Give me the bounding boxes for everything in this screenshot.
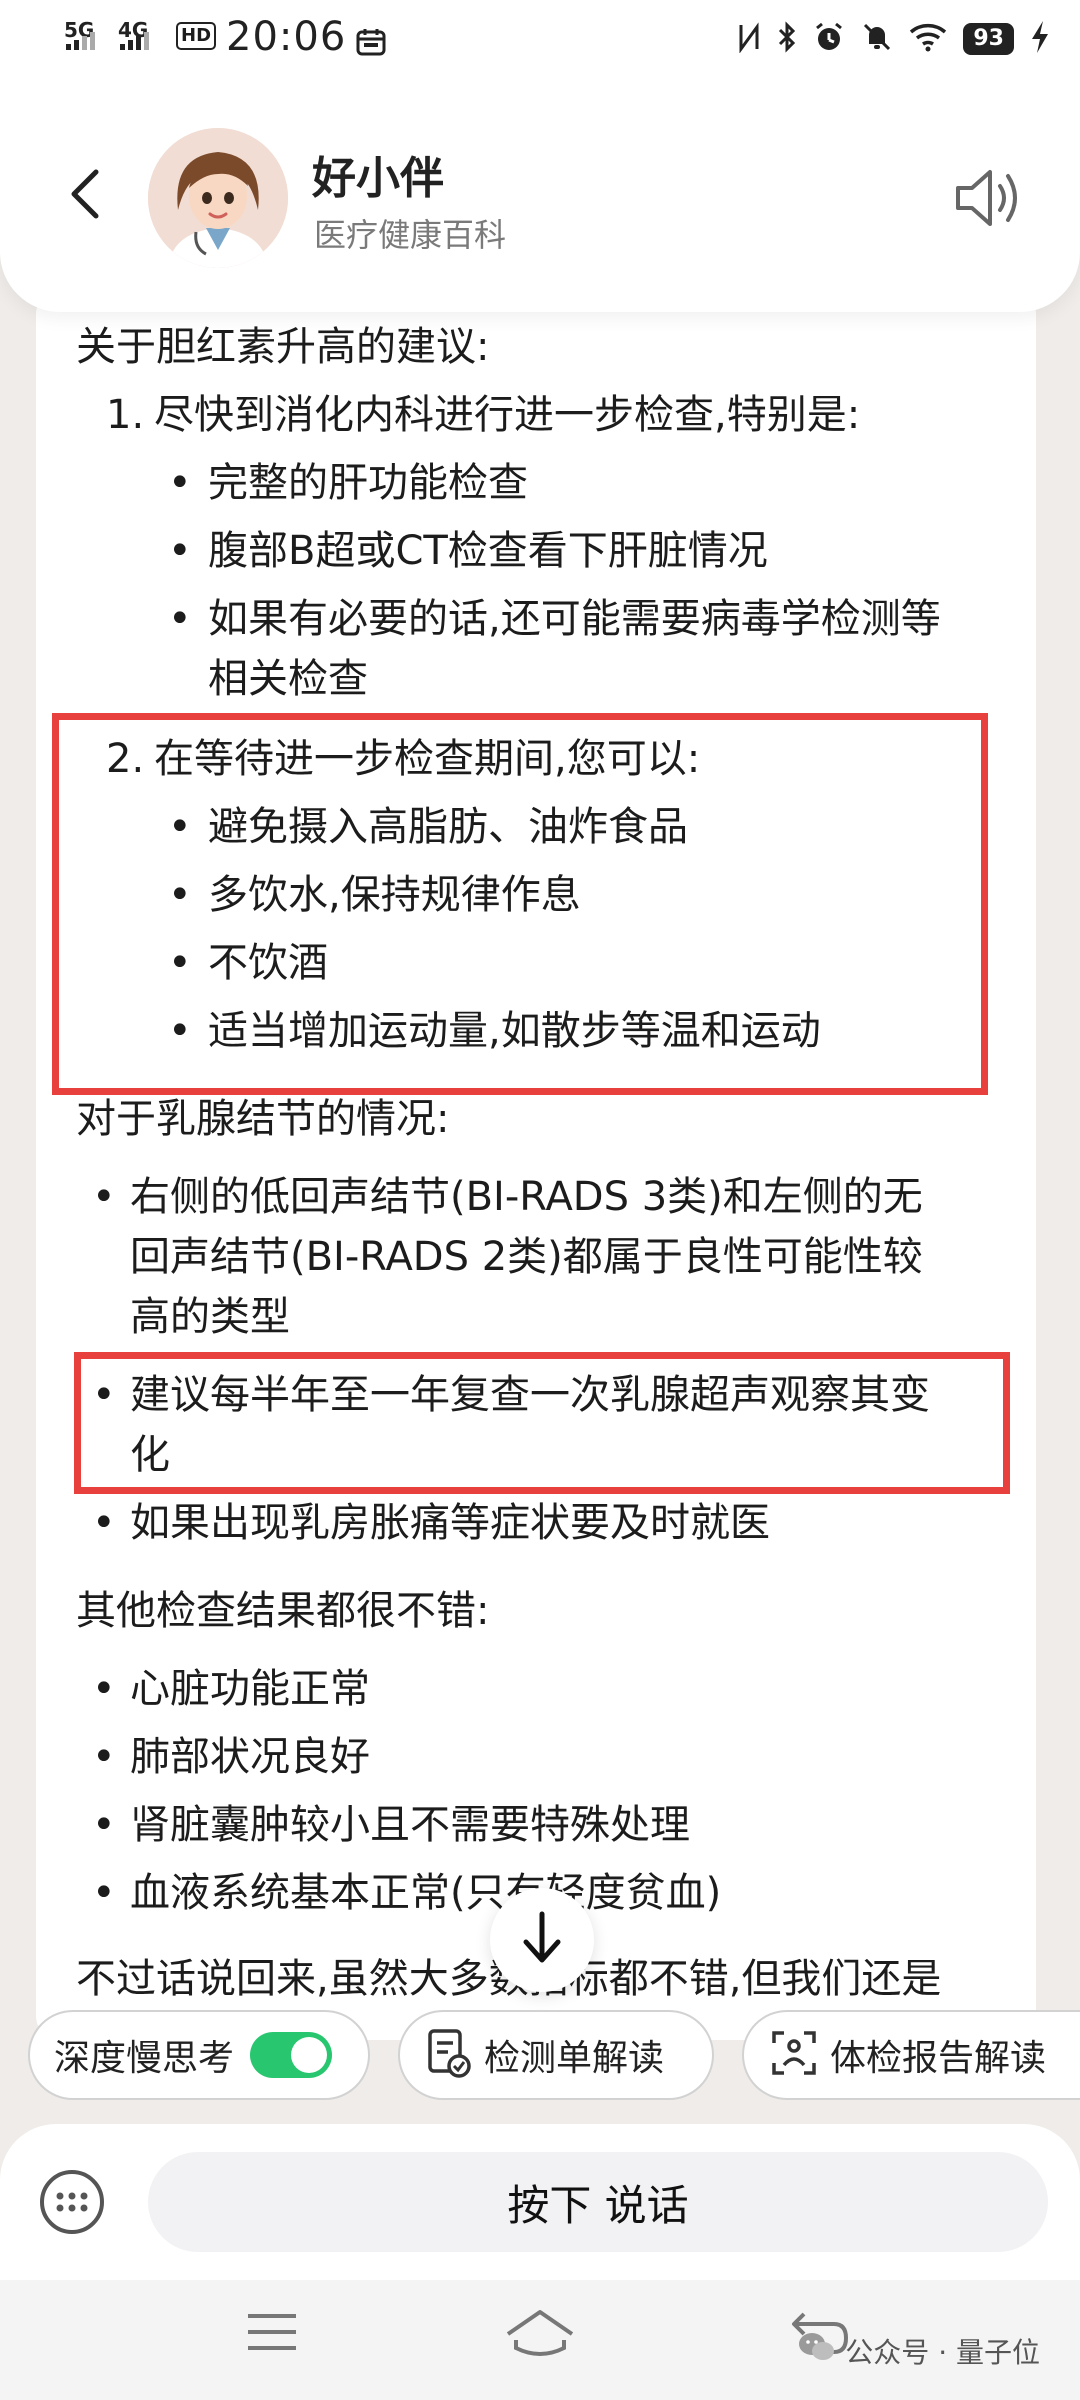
bullet-dot: • <box>92 1500 116 1546</box>
bullet-dot: • <box>92 1870 116 1916</box>
back-arrow-icon[interactable] <box>58 164 118 224</box>
signal-4g-icon <box>120 32 149 50</box>
clipboard-check-icon <box>426 2027 472 2083</box>
list-item: 相关检查 <box>208 656 368 702</box>
bullet-dot: • <box>92 1802 116 1848</box>
list-item: 完整的肝功能检查 <box>208 460 528 506</box>
list-item: 如果有必要的话,还可能需要病毒学检测等 <box>208 596 941 642</box>
wechat-logo-icon <box>797 2330 835 2371</box>
wifi-icon <box>909 22 947 56</box>
bullet-dot: • <box>92 1666 116 1712</box>
system-nav-bar: 公众号 · 量子位 <box>0 2280 1080 2400</box>
highlight-box-recheck-advice <box>74 1352 1010 1494</box>
list-item: 尽快到消化内科进行进一步检查,特别是: <box>154 392 861 438</box>
keyboard-icon[interactable] <box>38 2168 106 2236</box>
list-item: 如果出现乳房胀痛等症状要及时就医 <box>130 1500 770 1546</box>
highlight-box-waiting-advice <box>52 713 988 1095</box>
hold-to-talk-button[interactable]: 按下 说话 <box>148 2152 1048 2252</box>
calendar-icon <box>356 28 386 60</box>
assistant-message: 关于胆红素升高的建议: 1. 尽快到消化内科进行进一步检查,特别是: • 完整的… <box>36 290 1036 2040</box>
list-item: 肾脏囊肿较小且不需要特殊处理 <box>130 1802 690 1848</box>
hd-voice-badge: HD <box>176 22 217 50</box>
input-bar: 按下 说话 <box>0 2124 1080 2280</box>
bluetooth-icon <box>777 21 797 57</box>
list-number: 1. <box>106 392 145 438</box>
bullet-dot: • <box>168 528 192 574</box>
battery-level: 93 <box>963 23 1014 55</box>
bullet-dot: • <box>168 460 192 506</box>
watermark-text: 公众号 · 量子位 <box>845 2335 1040 2369</box>
alarm-icon <box>813 21 845 57</box>
assistant-avatar[interactable] <box>148 128 288 268</box>
breast-heading: 对于乳腺结节的情况: <box>76 1096 450 1142</box>
list-item: 右侧的低回声结节(BI-RADS 3类)和左侧的无 <box>130 1174 923 1220</box>
status-time: 20:06 <box>226 14 347 60</box>
scroll-to-bottom-button[interactable] <box>490 1888 594 1992</box>
home-icon[interactable] <box>504 2308 576 2364</box>
deep-think-chip[interactable]: 深度慢思考 <box>28 2010 370 2100</box>
speaker-icon[interactable] <box>950 160 1026 236</box>
bullet-dot: • <box>92 1174 116 1220</box>
arrow-down-icon <box>518 1910 566 1970</box>
deep-think-label: 深度慢思考 <box>54 2038 235 2079</box>
checkup-report-chip[interactable]: 体检报告解读 <box>742 2010 1080 2100</box>
toggle-knob <box>291 2037 328 2073</box>
list-item: 血液系统基本正常(只有轻度贫血) <box>130 1870 722 1916</box>
test-sheet-chip[interactable]: 检测单解读 <box>398 2010 714 2100</box>
assistant-name: 好小伴 <box>312 153 444 204</box>
list-item: 肺部状况良好 <box>130 1734 370 1780</box>
charging-icon <box>1030 20 1050 58</box>
menu-icon[interactable] <box>244 2308 300 2360</box>
mute-bell-icon <box>861 21 893 57</box>
list-item: 高的类型 <box>130 1294 290 1340</box>
deep-think-toggle[interactable] <box>250 2032 333 2078</box>
checkup-report-label: 体检报告解读 <box>830 2038 1047 2079</box>
assistant-subtitle: 医疗健康百科 <box>314 216 507 254</box>
bullet-dot: • <box>92 1734 116 1780</box>
nfc-icon <box>737 21 761 57</box>
bullet-dot: • <box>168 596 192 642</box>
list-item: 心脏功能正常 <box>130 1666 370 1712</box>
status-bar: 5G 4G HD 20:06 93 <box>0 0 1080 80</box>
test-sheet-label: 检测单解读 <box>484 2038 665 2079</box>
bilirubin-heading: 关于胆红素升高的建议: <box>76 324 490 370</box>
chat-header: 好小伴 医疗健康百科 <box>0 80 1080 312</box>
scan-person-icon <box>770 2029 818 2081</box>
list-item: 回声结节(BI-RADS 2类)都属于良性可能性较 <box>130 1234 923 1280</box>
list-item: 腹部B超或CT检查看下肝脏情况 <box>208 528 768 574</box>
watermark: 公众号 · 量子位 <box>797 2330 1040 2371</box>
other-heading: 其他检查结果都很不错: <box>76 1588 490 1634</box>
signal-5g-icon <box>66 32 95 50</box>
